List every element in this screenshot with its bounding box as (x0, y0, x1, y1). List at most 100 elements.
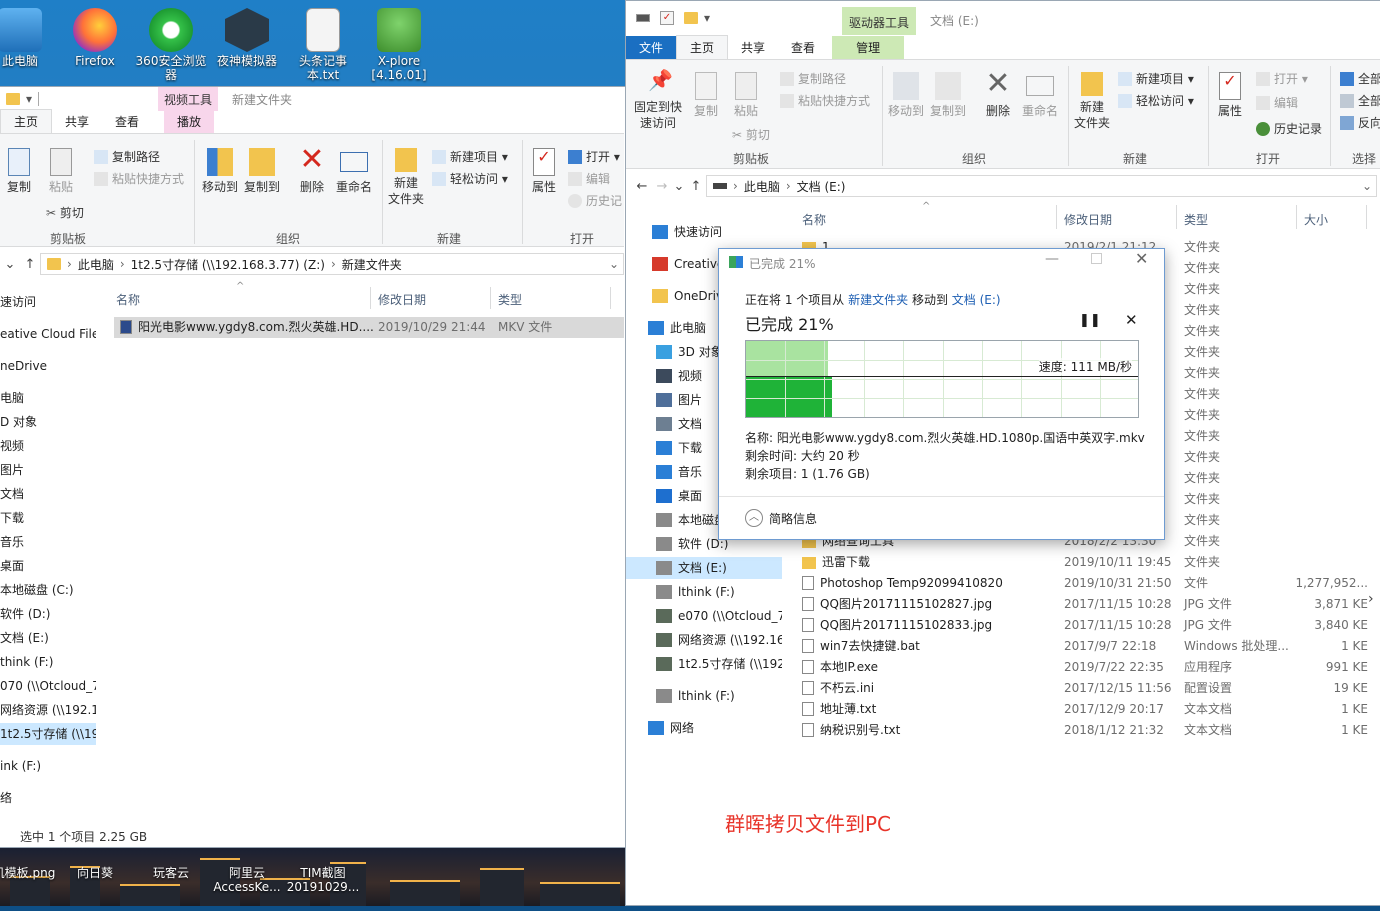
desktop-icon-notepad[interactable]: 头条记事本.txt (285, 8, 361, 82)
qat-dropdown-icon[interactable]: ▾ (26, 92, 32, 106)
copy-button[interactable]: 复制 (4, 148, 34, 195)
nav-item[interactable]: 视频 (0, 435, 96, 457)
paste-shortcut-button[interactable]: 粘贴快捷方式 (780, 92, 870, 109)
cut-button[interactable]: ✂ 剪切 (732, 126, 770, 143)
tab-play[interactable]: 播放 (164, 110, 215, 133)
less-details-button[interactable]: ︿ 简略信息 (745, 509, 817, 527)
desktop-icon-360[interactable]: 360安全浏览器 (133, 8, 209, 82)
qat-dropdown-icon[interactable]: ▾ (704, 11, 710, 25)
file-row[interactable]: 地址薄.txt 2017/12/9 20:17 文本文档 1 KE (802, 699, 1368, 720)
nav-item[interactable]: 本地磁盘 (C:) (0, 579, 96, 601)
desktop-icon-this-pc[interactable]: 此电脑 (0, 8, 58, 68)
new-folder-button[interactable]: 新建 文件夹 (386, 148, 426, 207)
desktop-icon-nox[interactable]: 夜神模拟器 (209, 8, 285, 68)
desktop-icon-aliyun[interactable]: 阿里云 AccessKe... (209, 866, 285, 894)
file-row[interactable]: QQ图片20171115102833.jpg 2017/11/15 10:28 JP… (802, 615, 1368, 636)
nav-item[interactable]: e070 (\\Otcloud_7 (626, 605, 782, 627)
nav-item[interactable]: 1t2.5寸存储 (\\192 (0, 723, 96, 745)
invert-selection-button[interactable]: 反向 (1340, 114, 1380, 131)
new-folder-button[interactable]: 新建 文件夹 (1072, 72, 1112, 131)
nav-item[interactable]: ink (F:) (0, 755, 96, 777)
nav-item[interactable]: 070 (\\Otcloud_7 (0, 675, 96, 697)
close-button[interactable]: ✕ (1135, 249, 1148, 268)
select-all-button[interactable]: 全部 (1340, 70, 1380, 87)
file-row[interactable]: win7去快捷键.bat 2017/9/7 22:18 Windows 批处理...… (802, 636, 1368, 657)
destination-link[interactable]: 文档 (E:) (952, 293, 1001, 307)
copy-to-button[interactable]: 复制到 (928, 72, 968, 119)
paste-shortcut-button[interactable]: 粘贴快捷方式 (94, 170, 184, 187)
nav-item[interactable]: 软件 (D:) (0, 603, 96, 625)
easy-access-button[interactable]: 轻松访问 ▾ (432, 170, 508, 187)
desktop-icon-wankeyun[interactable]: 玩客云 (133, 866, 209, 880)
cancel-x-button[interactable]: ✕ (1125, 311, 1138, 329)
nav-item[interactable]: 1t2.5寸存储 (\\192 (626, 653, 782, 675)
properties-check-icon[interactable]: ✓ (660, 11, 674, 25)
copy-to-button[interactable]: 复制到 (242, 148, 282, 195)
move-to-button[interactable]: 移动到 (200, 148, 240, 195)
nav-item[interactable]: 图片 (0, 459, 96, 481)
nav-item[interactable]: 网络 (626, 717, 782, 739)
column-date[interactable]: 修改日期 (378, 291, 426, 308)
edit-button[interactable]: 编辑 (1256, 94, 1298, 111)
rename-button[interactable]: 重命名 (1020, 72, 1060, 119)
breadcrumb[interactable]: › 此电脑 › 1t2.5寸存储 (\\192.168.3.77) (Z:) ›… (40, 253, 624, 275)
nav-item[interactable]: D 对象 (0, 411, 96, 433)
maximize-button[interactable] (1091, 253, 1102, 264)
nav-item[interactable]: 电脑 (0, 387, 96, 409)
chevron-down-icon[interactable]: ⌄ (672, 179, 686, 194)
open-button[interactable]: 打开 ▾ (1256, 70, 1308, 87)
nav-item[interactable]: 快速访问 (626, 221, 782, 243)
column-name[interactable]: 名称 (116, 291, 140, 308)
breadcrumb-item[interactable]: 新建文件夹 (342, 256, 402, 273)
nav-item[interactable]: lthink (F:) (626, 581, 782, 603)
column-type[interactable]: 类型 (1184, 211, 1208, 228)
nav-item[interactable]: 文档 (E:) (626, 557, 782, 579)
nav-item[interactable]: neDrive (0, 355, 96, 377)
pause-button[interactable]: ❚❚ (1079, 313, 1101, 328)
file-row[interactable]: 纳税识别号.txt 2018/1/12 21:32 文本文档 1 KE (802, 720, 1368, 741)
breadcrumb-item[interactable]: 1t2.5寸存储 (\\192.168.3.77) (Z:) (131, 256, 325, 273)
nav-item[interactable]: 网络资源 (\\192.16 (0, 699, 96, 721)
paste-button[interactable]: 粘贴 (728, 72, 764, 119)
easy-access-button[interactable]: 轻松访问 ▾ (1118, 92, 1194, 109)
scroll-right-chevron-icon[interactable]: › (1368, 591, 1374, 607)
chevron-down-icon[interactable]: ⌄ (1362, 179, 1372, 193)
history-button[interactable]: 历史记录 (1256, 120, 1322, 137)
breadcrumb-item[interactable]: 此电脑 (744, 178, 780, 195)
cut-button[interactable]: ✂ 剪切 (46, 204, 84, 221)
nav-item[interactable]: 网络资源 (\\192.16 (626, 629, 782, 651)
nav-item[interactable]: 络 (0, 787, 96, 809)
desktop-icon-xplore[interactable]: X-plore [4.16.01] (361, 8, 437, 82)
history-button[interactable]: 历史记 (568, 192, 622, 209)
copy-path-button[interactable]: 复制路径 (780, 70, 846, 87)
chevron-down-icon[interactable]: ⌄ (609, 257, 619, 271)
tab-view[interactable]: 查看 (102, 110, 152, 133)
copy-button[interactable]: 复制 (688, 72, 724, 119)
properties-button[interactable]: ✓ 属性 (1212, 72, 1248, 119)
column-name[interactable]: 名称 (802, 211, 826, 228)
source-folder-link[interactable]: 新建文件夹 (848, 293, 908, 307)
nav-item[interactable]: 文档 (0, 483, 96, 505)
desktop-icon-firefox[interactable]: Firefox (57, 8, 133, 68)
new-item-button[interactable]: 新建项目 ▾ (1118, 70, 1194, 87)
paste-button[interactable]: 粘贴 (44, 148, 78, 195)
back-arrow-icon[interactable]: ← (632, 179, 652, 194)
tab-home[interactable]: 主页 (0, 109, 53, 133)
properties-button[interactable]: ✓ 属性 (526, 148, 562, 195)
delete-button[interactable]: ✕ 删除 (980, 68, 1016, 119)
breadcrumb[interactable]: › 此电脑 › 文档 (E:) ⌄ (706, 175, 1377, 197)
file-row[interactable]: QQ图片20171115102827.jpg 2017/11/15 10:28 JP… (802, 594, 1368, 615)
nav-item[interactable]: eative Cloud Files (0, 323, 96, 345)
file-row[interactable]: 本地IP.exe 2019/7/22 22:35 应用程序 991 KE (802, 657, 1368, 678)
copy-path-button[interactable]: 复制路径 (94, 148, 160, 165)
up-arrow-icon[interactable]: ↑ (686, 179, 706, 194)
file-row[interactable]: Photoshop Temp92099410820 2019/10/31 21:5… (802, 573, 1368, 594)
desktop-icon-tim-screenshot[interactable]: TIM截图 20191029... (285, 866, 361, 894)
move-to-button[interactable]: 移动到 (886, 72, 926, 119)
tab-view[interactable]: 查看 (778, 36, 828, 59)
nav-item[interactable]: 桌面 (0, 555, 96, 577)
file-row[interactable]: 迅雷下载 2019/10/11 19:45 文件夹 (802, 552, 1368, 573)
nav-item[interactable]: 下载 (0, 507, 96, 529)
column-date[interactable]: 修改日期 (1064, 211, 1112, 228)
up-arrow-icon[interactable]: ↑ (20, 257, 40, 272)
